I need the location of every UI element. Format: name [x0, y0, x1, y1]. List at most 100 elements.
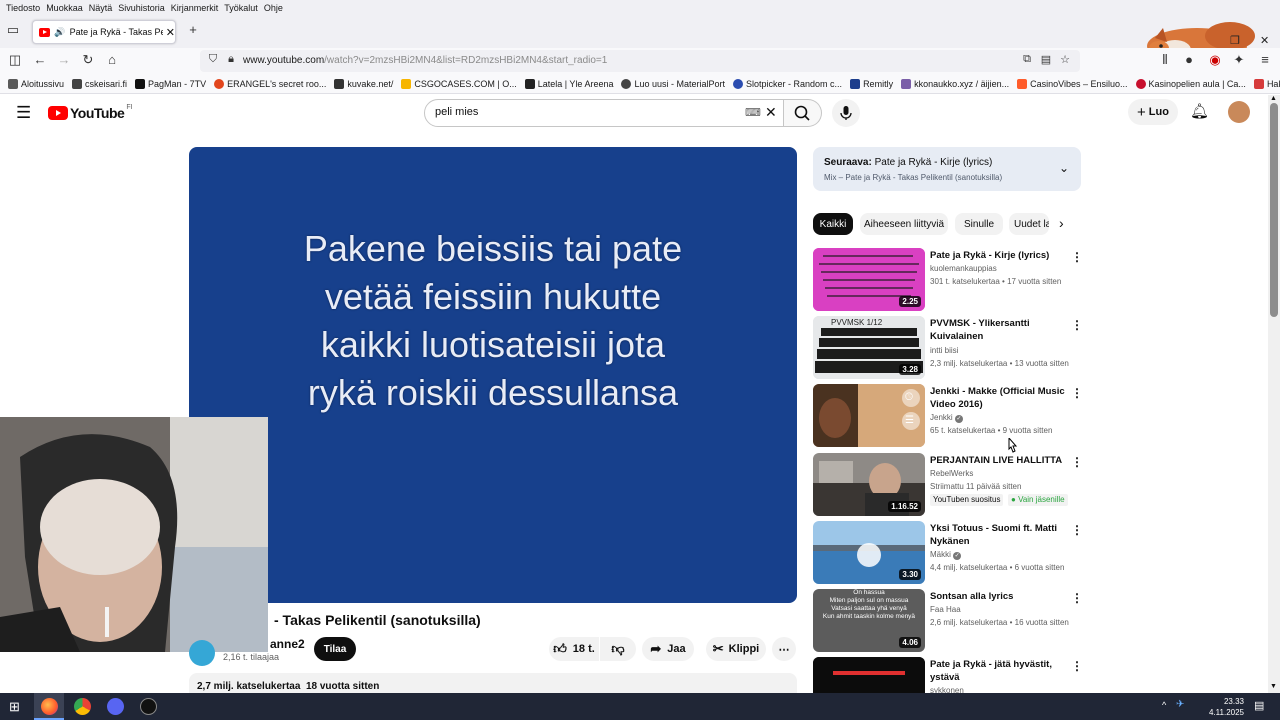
voice-search-button[interactable] — [832, 99, 860, 127]
bookmark-item[interactable]: cskeisari.fi — [72, 78, 127, 89]
bookmark-item[interactable]: kuvake.net/ — [334, 78, 393, 89]
more-options-icon[interactable]: ⋮ — [1071, 523, 1083, 537]
back-icon[interactable]: ← — [31, 52, 49, 67]
recommendation-channel[interactable]: Jenkki ✓ — [930, 413, 963, 423]
chip-new[interactable]: Uudet la — [1009, 213, 1049, 235]
menu-help[interactable]: Ohje — [264, 3, 283, 13]
bookmark-item[interactable]: CSGOCASES.COM | O... — [401, 78, 517, 89]
share-button[interactable]: ➦ Jaa — [642, 637, 694, 661]
audio-playing-icon[interactable]: 🔊 — [54, 27, 65, 38]
recommendation-title[interactable]: Pate ja Rykä - Kirje (lyrics) — [930, 249, 1070, 262]
scrollbar-thumb[interactable] — [1270, 103, 1278, 317]
bookmark-item[interactable]: Haku | Elonet+ — [1253, 78, 1280, 89]
clip-button[interactable]: ✂ Klippi — [706, 637, 766, 661]
recommendation-title[interactable]: Jenkki - Makke (Official Music Video 201… — [930, 385, 1070, 411]
recommendation-channel[interactable]: Mäkki ✓ — [930, 550, 962, 560]
tray-overflow-icon[interactable]: ^ — [1162, 700, 1166, 710]
scroll-down-icon[interactable]: ▼ — [1270, 683, 1277, 690]
windows-start-icon[interactable]: ⊞ — [9, 699, 20, 715]
recommendation-item[interactable]: Pate ja Rykä - jätä hyvästit, ystävä syk… — [813, 657, 1081, 693]
notifications-bell-icon[interactable]: 🔔︎ — [1190, 102, 1209, 120]
watch-later-icon[interactable]: 🕓︎ — [905, 392, 913, 403]
bookmark-item[interactable]: ERANGEL's secret roo... — [214, 78, 326, 89]
restore-window-icon[interactable]: ❐ — [1230, 34, 1240, 47]
up-next-panel[interactable]: Seuraava: Pate ja Rykä - Kirje (lyrics) … — [813, 147, 1081, 191]
recommendation-title[interactable]: PVVMSK - Ylikersantti Kuivalainen — [930, 317, 1070, 343]
discord-icon[interactable] — [107, 698, 124, 715]
bookmark-item[interactable]: CasinoVibes – Ensiluo... — [1017, 78, 1128, 89]
close-tab-icon[interactable]: ✕ — [166, 26, 175, 39]
library-icon[interactable]: ⫴ — [1156, 52, 1174, 68]
tab-youtube[interactable]: 🔊 Pate ja Rykä - Takas Pelikent ✕ — [32, 20, 176, 44]
address-bar[interactable]: ⛉ 🔒︎ www.youtube.com/watch?v=2mzsHBi2MN4… — [200, 50, 1080, 72]
menu-edit[interactable]: Muokkaa — [46, 3, 83, 13]
close-window-icon[interactable]: ✕ — [1260, 34, 1269, 47]
chevron-right-icon[interactable]: › — [1059, 215, 1064, 231]
bookmark-item[interactable]: Remitly — [850, 78, 893, 89]
new-tab-icon[interactable]: + — [184, 22, 202, 37]
menu-file[interactable]: Tiedosto — [6, 3, 40, 13]
network-icon[interactable]: ✈ — [1176, 699, 1184, 710]
video-thumbnail[interactable]: On hassua Miten paljon sul on massua Vat… — [813, 589, 925, 652]
create-button[interactable]: + Luo — [1128, 99, 1178, 125]
recommendation-item[interactable]: 3.30 Yksi Totuus - Suomi ft. Matti Nykän… — [813, 521, 1083, 585]
lock-icon[interactable]: 🔒︎ — [222, 53, 240, 66]
search-button[interactable] — [784, 99, 822, 127]
chip-related[interactable]: Aiheeseen liittyviä — [860, 213, 948, 235]
tab-list-icon[interactable]: ▭ — [4, 22, 22, 38]
chip-for-you[interactable]: Sinulle — [955, 213, 1003, 235]
extensions-icon[interactable]: ✦ — [1230, 52, 1248, 68]
sidebar-toggle-icon[interactable]: ◫ — [6, 52, 24, 68]
more-actions-icon[interactable]: ⋯ — [772, 637, 796, 661]
reader-view-icon[interactable]: ▤ — [1037, 53, 1055, 66]
bookmark-item[interactable]: Kasinopelien aula | Ca... — [1135, 78, 1246, 89]
video-thumbnail[interactable]: 3.30 — [813, 521, 925, 584]
video-player[interactable]: Pakene beissiis tai pate vetää feissiin … — [189, 147, 797, 603]
page-scrollbar[interactable]: ▲ ▼ — [1268, 95, 1280, 693]
reload-icon[interactable]: ↻ — [79, 52, 97, 68]
notification-center-icon[interactable]: ▤ — [1254, 699, 1264, 712]
chip-all[interactable]: Kaikki — [813, 213, 853, 235]
bookmark-item[interactable]: Latela | Yle Areena — [524, 78, 613, 89]
recommendation-channel[interactable]: kuolemankauppias — [930, 264, 997, 273]
avatar[interactable] — [1228, 101, 1250, 123]
channel-avatar[interactable] — [189, 640, 215, 666]
firefox-taskbar-item[interactable] — [34, 693, 64, 720]
recommendation-item[interactable]: On hassua Miten paljon sul on massua Vat… — [813, 589, 1083, 653]
recommendation-channel[interactable]: RebelWerks — [930, 469, 973, 478]
shield-icon[interactable]: ⛉ — [204, 53, 222, 66]
dislike-button[interactable]: 👎︎ — [600, 637, 636, 661]
bookmark-item[interactable]: kkonaukko.xyz / äijien... — [901, 78, 1009, 89]
chrome-icon[interactable] — [74, 698, 91, 715]
keyboard-icon[interactable]: ⌨ — [745, 106, 761, 119]
bookmark-item[interactable]: PagMan - 7TV — [135, 78, 206, 89]
system-clock[interactable]: 23.33 4.11.2025 — [1196, 696, 1244, 718]
recommendation-item[interactable]: PVVMSK 1/12 3.28 PVVMSK - Ylikersantti K… — [813, 316, 1083, 380]
channel-name[interactable]: anne2 — [270, 637, 305, 651]
video-thumbnail[interactable]: 1.16.52 — [813, 453, 925, 516]
like-button[interactable]: 👍︎ 18 t. — [549, 637, 599, 661]
more-options-icon[interactable]: ⋮ — [1071, 318, 1083, 332]
video-thumbnail[interactable]: 2.25 — [813, 248, 925, 311]
recommendation-channel[interactable]: intti biisi — [930, 346, 958, 355]
recommendation-item[interactable]: 1.16.52 PERJANTAIN LIVE HALLITTA RebelWe… — [813, 453, 1083, 517]
bookmark-item[interactable]: Aloitussivu — [8, 78, 64, 89]
bookmark-item[interactable]: Slotpicker - Random c... — [733, 78, 842, 89]
search-input[interactable] — [435, 106, 735, 118]
recommendation-title[interactable]: PERJANTAIN LIVE HALLITTA — [930, 454, 1070, 467]
recommendation-item[interactable]: 🕓︎ ☰ Jenkki - Makke (Official Music Vide… — [813, 384, 1083, 448]
more-options-icon[interactable]: ⋮ — [1071, 250, 1083, 264]
recommendation-title[interactable]: Sontsan alla lyrics — [930, 590, 1070, 603]
bookmark-item[interactable]: Luo uusi - MaterialPort — [621, 78, 725, 89]
video-thumbnail[interactable]: PVVMSK 1/12 3.28 — [813, 316, 925, 379]
youtube-logo[interactable]: YouTube FI — [48, 104, 133, 121]
hamburger-menu-icon[interactable]: ☰ — [16, 103, 31, 123]
recommendation-channel[interactable]: Faa Haa — [930, 605, 961, 614]
recommendation-title[interactable]: Pate ja Rykä - jätä hyvästit, ystävä — [930, 658, 1070, 684]
chevron-down-icon[interactable]: ⌄ — [1059, 161, 1069, 175]
scroll-up-icon[interactable]: ▲ — [1270, 95, 1277, 102]
recommendation-item[interactable]: 2.25 Pate ja Rykä - Kirje (lyrics) kuole… — [813, 248, 1083, 312]
menu-icon[interactable]: ≡ — [1256, 52, 1274, 67]
picture-in-picture-icon[interactable]: ⧉ — [1018, 53, 1036, 66]
recommendation-channel[interactable]: sykkonen — [930, 686, 964, 693]
